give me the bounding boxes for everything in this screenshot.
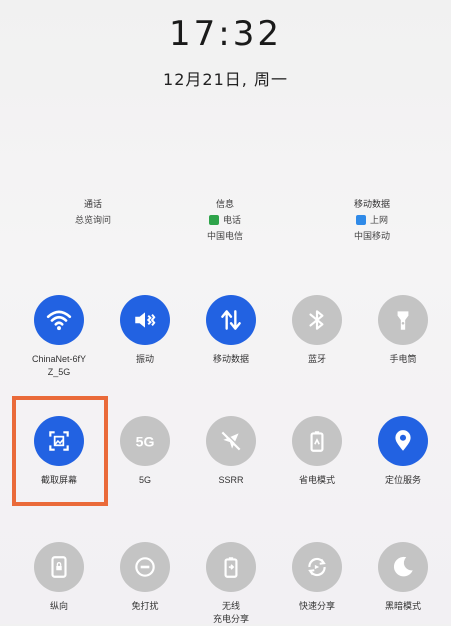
dark-mode-icon [378,542,428,592]
wireless-charge-icon [206,542,256,592]
tile-label: 纵向 [49,601,68,611]
location-off-icon [206,416,256,466]
bluetooth-icon [292,295,342,345]
tile-label: 蓝牙 [307,354,326,364]
do-not-disturb-toggle[interactable]: 免打扰 [109,542,181,613]
battery-saver-toggle[interactable]: 省电模式 [281,416,353,487]
carrier-name: 中国移动 [353,231,390,241]
bluetooth-toggle[interactable]: 蓝牙 [281,295,353,366]
location-toggle[interactable]: 定位服务 [367,416,439,487]
battery-saver-icon [292,416,342,466]
tile-label: 无线 充电分享 [212,601,249,624]
card-title: 通话 [83,199,102,209]
call-card[interactable]: 通话 总览询问 [28,196,158,228]
wifi-icon [34,295,84,345]
5g-toggle[interactable]: 5G 5G [109,416,181,487]
mobile-data-toggle[interactable]: 移动数据 [195,295,267,366]
mobile-data-icon [206,295,256,345]
location-icon [378,416,428,466]
5g-icon: 5G [120,416,170,466]
flashlight-toggle[interactable]: 手电筒 [367,295,439,366]
mobile-data-card[interactable]: 移动数据 上网 中国移动 [307,196,437,244]
tile-label: 省电模式 [298,475,335,485]
tile-label: SSRR [218,475,244,485]
tile-label: 振动 [135,354,154,364]
card-line: 上网 [369,215,388,225]
tile-label: 移动数据 [212,354,249,364]
tile-label: 免打扰 [131,601,159,611]
flashlight-icon [378,295,428,345]
tile-label: 5G [138,475,151,485]
screenshot-highlight-frame [12,396,108,506]
phone-sim-icon [208,215,219,225]
vibrate-toggle[interactable]: 振动 [109,295,181,366]
card-title: 信息 [215,199,234,209]
tile-label: ChinaNet-6fY Z_5G [31,354,87,377]
wireless-charge-toggle[interactable]: 无线 充电分享 [195,542,267,626]
portrait-lock-icon [34,542,84,592]
carrier-name: 中国电信 [206,231,243,241]
clock-time: 17:32 [169,14,282,54]
card-line: 总览询问 [74,215,111,225]
tile-label: 黑暗模式 [384,601,421,611]
quick-share-toggle[interactable]: 快速分享 [281,542,353,613]
portrait-lock-toggle[interactable]: 纵向 [23,542,95,613]
quick-share-icon [292,542,342,592]
ssrr-toggle[interactable]: SSRR [195,416,267,487]
message-card[interactable]: 信息 电话 中国电信 [160,196,290,244]
dark-mode-toggle[interactable]: 黑暗模式 [367,542,439,613]
tile-label: 快速分享 [298,601,335,611]
vibrate-icon [120,295,170,345]
do-not-disturb-icon [120,542,170,592]
clock-date: 12月21日, 周一 [163,70,288,89]
wifi-toggle[interactable]: ChinaNet-6fY Z_5G [23,295,95,379]
tile-label: 手电筒 [389,354,417,364]
tile-label: 定位服务 [384,475,421,485]
svg-text:5G: 5G [136,433,155,449]
card-line: 电话 [222,215,241,225]
card-title: 移动数据 [353,199,390,209]
internet-sim-icon [355,215,366,225]
